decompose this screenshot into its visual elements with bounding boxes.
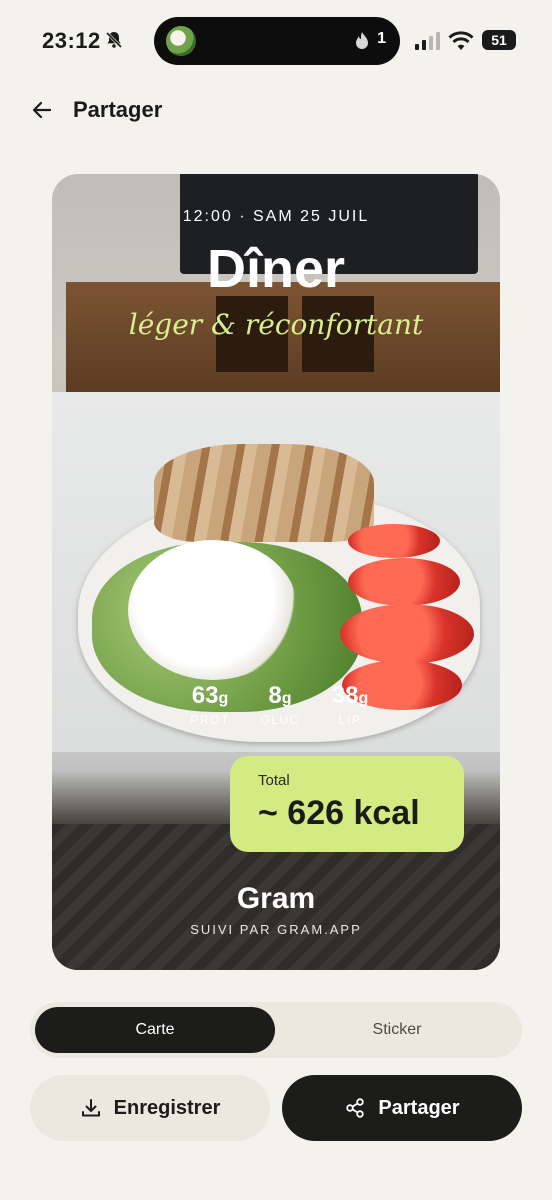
flame-icon <box>356 32 368 49</box>
meal-title: Dîner <box>206 239 346 299</box>
tomato-slice <box>348 524 440 558</box>
share-icon <box>346 1098 365 1118</box>
tomato-slice <box>348 558 460 606</box>
page-title: Partager <box>73 97 163 122</box>
header: Partager <box>0 88 552 132</box>
download-icon <box>81 1099 100 1117</box>
dynamic-island[interactable]: 1 <box>154 17 400 65</box>
meal-time: 12:00 · SAM 25 JUIL <box>182 208 370 225</box>
share-button-label: Partager <box>378 1096 460 1119</box>
total-calories: ~ 626 kcal <box>258 794 420 832</box>
food-avatar-icon <box>166 26 196 56</box>
burrata <box>128 540 298 680</box>
share-button[interactable]: Partager <box>282 1075 522 1141</box>
brand-name: Gram <box>236 882 316 915</box>
segment-sticker[interactable]: Sticker <box>277 1007 517 1053</box>
back-arrow-icon[interactable] <box>28 96 56 124</box>
status-bar: 23:12 1 51 <box>0 0 552 84</box>
save-button-label: Enregistrer <box>113 1096 221 1119</box>
total-label: Total <box>258 772 290 789</box>
save-button[interactable]: Enregistrer <box>30 1075 270 1141</box>
grilled-chicken <box>154 444 374 542</box>
notification-count: 1 <box>377 30 386 47</box>
status-time: 23:12 <box>42 28 101 53</box>
total-calories-badge: Total ~ 626 kcal <box>230 756 464 852</box>
wifi-icon <box>448 31 474 50</box>
battery-indicator: 51 <box>482 30 516 50</box>
meal-subtitle: léger & réconfortant <box>128 308 424 341</box>
macro-carbs: 8g GLUC <box>260 682 300 727</box>
format-segmented-control: Carte Sticker <box>30 1002 522 1058</box>
brand-tagline: SUIVI PAR GRAM.APP <box>190 922 362 937</box>
share-card-preview: 12:00 · SAM 25 JUIL Dîner léger & réconf… <box>52 174 500 970</box>
bell-muted-icon <box>105 31 123 49</box>
macro-protein: 63g PROT <box>190 682 230 727</box>
tomato-slice <box>340 604 474 664</box>
signal-icon <box>415 32 440 50</box>
macro-fat: 38g LIP <box>331 682 369 727</box>
segment-card[interactable]: Carte <box>35 1007 275 1053</box>
macros-row: 63g PROT 8g GLUC 38g LIP <box>176 682 386 738</box>
